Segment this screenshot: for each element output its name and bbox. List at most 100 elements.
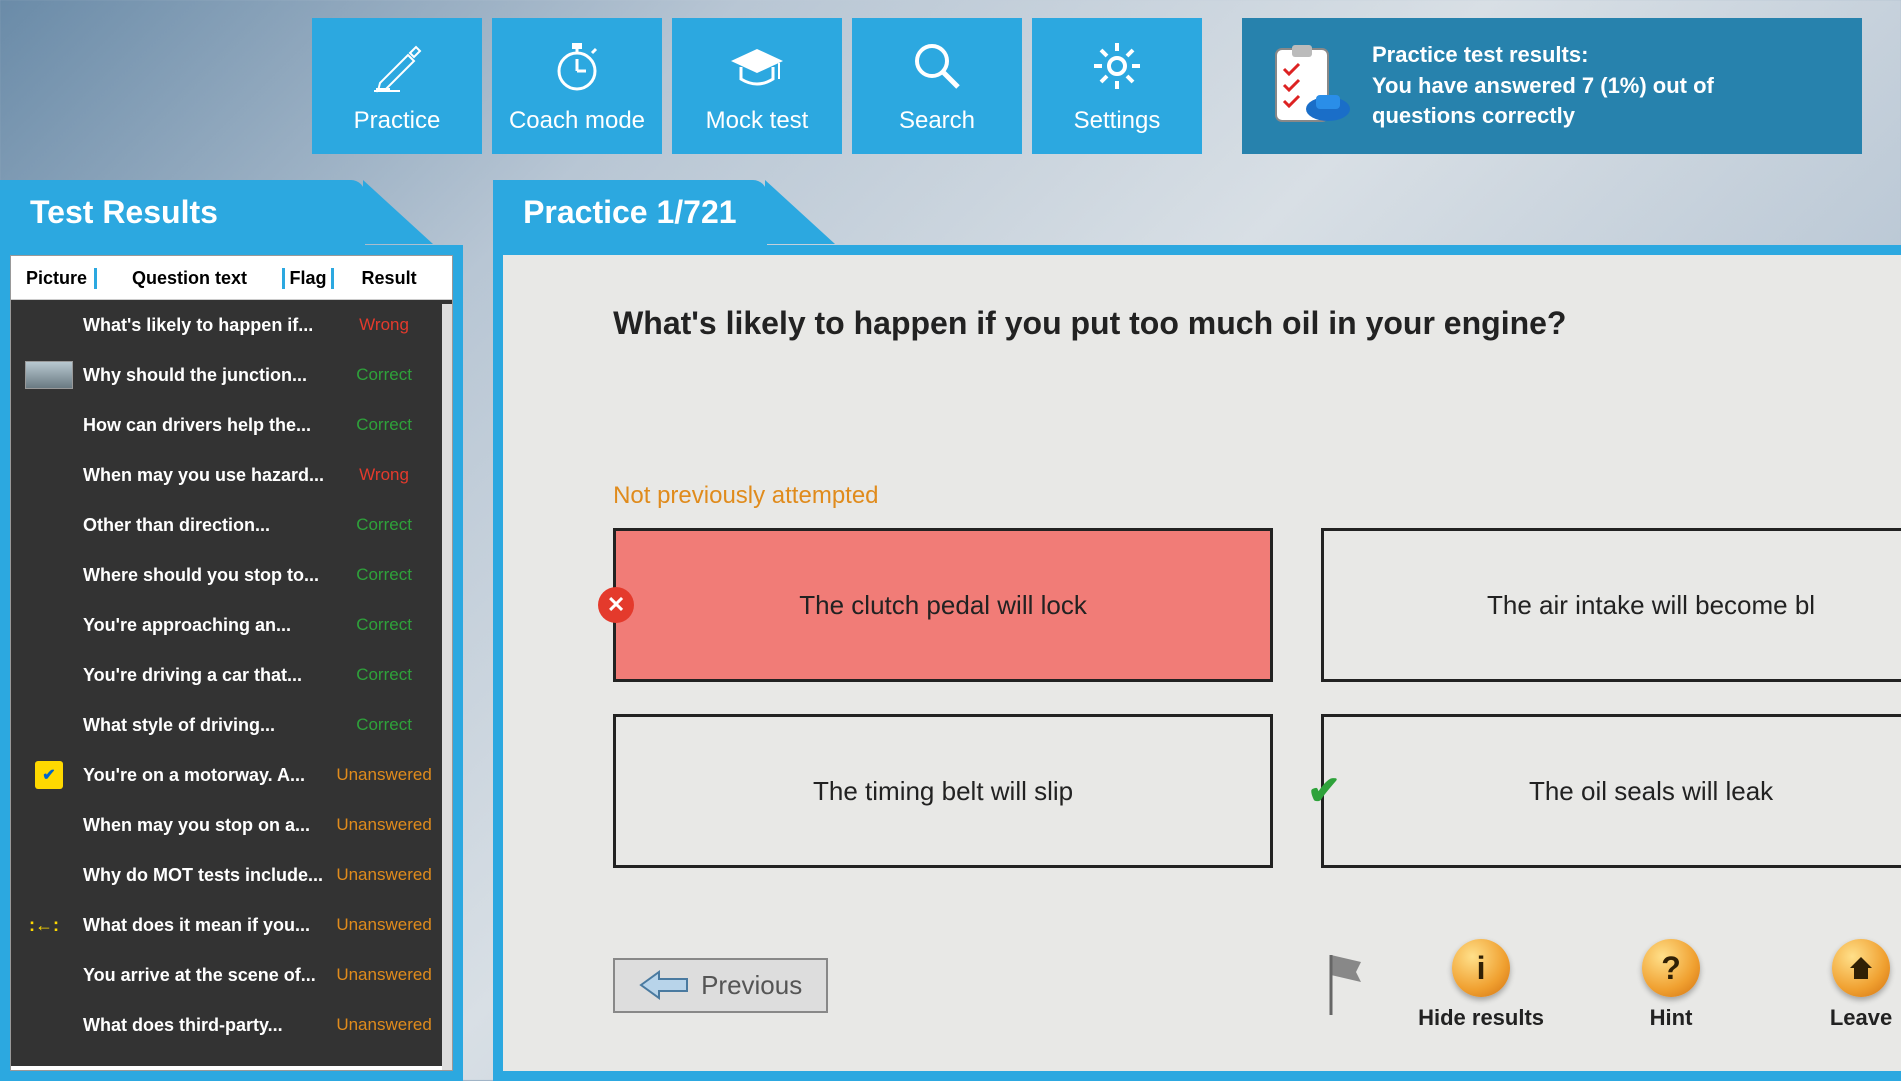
stopwatch-icon [550, 37, 604, 95]
answer-c-text: The timing belt will slip [813, 776, 1073, 807]
row-result: Correct [324, 365, 444, 385]
nav-search[interactable]: Search [852, 18, 1022, 154]
row-question: What does third-party... [79, 1015, 324, 1036]
row-result: Wrong [324, 465, 444, 485]
nav-coach[interactable]: Coach mode [492, 18, 662, 154]
row-question: When may you use hazard... [79, 465, 324, 486]
test-results-title: Test Results [0, 180, 365, 245]
row-question: How can drivers help the... [79, 415, 324, 436]
wrong-mark-icon: ✕ [598, 587, 634, 623]
row-result: Unanswered [324, 765, 444, 785]
row-result: Unanswered [324, 1015, 444, 1035]
pencil-icon [370, 37, 424, 95]
answer-d[interactable]: ✔ The oil seals will leak [1321, 714, 1901, 868]
nav-coach-label: Coach mode [509, 107, 645, 135]
correct-mark-icon: ✔ [1306, 773, 1342, 809]
arrow-left-icon [639, 970, 689, 1000]
table-row[interactable]: You're approaching an...Correct [11, 600, 452, 650]
question-text: What's likely to happen if you put too m… [613, 305, 1901, 342]
row-thumbnail: ✔ [19, 761, 79, 789]
table-row[interactable]: Why do MOT tests include...Unanswered [11, 850, 452, 900]
answer-b[interactable]: The air intake will become bl [1321, 528, 1901, 682]
table-row[interactable]: How can drivers help the...Correct [11, 400, 452, 450]
row-result: Unanswered [324, 965, 444, 985]
table-row[interactable]: When may you use hazard...Wrong [11, 450, 452, 500]
table-row[interactable]: What style of driving...Correct [11, 700, 452, 750]
gear-icon [1090, 37, 1144, 95]
col-flag[interactable]: Flag [282, 268, 334, 289]
row-thumbnail: :←: [19, 915, 79, 935]
row-result: Correct [324, 665, 444, 685]
previous-label: Previous [701, 970, 802, 1001]
nav-mock-label: Mock test [706, 107, 809, 135]
nav-settings-label: Settings [1074, 107, 1161, 135]
leave-button[interactable]: Leave [1781, 939, 1901, 1031]
results-banner: Practice test results: You have answered… [1242, 18, 1862, 154]
flag-icon[interactable] [1311, 950, 1371, 1020]
clipboard-icon [1264, 41, 1354, 131]
attempt-label: Not previously attempted [613, 482, 1901, 510]
nav-practice-label: Practice [354, 107, 441, 135]
previous-button[interactable]: Previous [613, 958, 828, 1013]
row-result: Unanswered [324, 915, 444, 935]
answer-a[interactable]: ✕ The clutch pedal will lock [613, 528, 1273, 682]
leave-label: Leave [1830, 1005, 1892, 1031]
banner-line1: Practice test results: [1372, 40, 1714, 71]
nav-search-label: Search [899, 107, 975, 135]
row-question: What's likely to happen if... [79, 315, 324, 336]
answer-b-text: The air intake will become bl [1487, 590, 1815, 621]
row-result: Unanswered [324, 865, 444, 885]
row-question: When may you stop on a... [79, 815, 324, 836]
info-icon: i [1452, 939, 1510, 997]
table-row[interactable]: What's likely to happen if...Wrong [11, 300, 452, 350]
row-question: You're approaching an... [79, 615, 324, 636]
answer-a-text: The clutch pedal will lock [799, 590, 1087, 621]
hide-results-button[interactable]: i Hide results [1401, 939, 1561, 1031]
row-result: Correct [324, 715, 444, 735]
row-question: Why should the junction... [79, 365, 324, 386]
nav-practice[interactable]: Practice [312, 18, 482, 154]
row-result: Unanswered [324, 815, 444, 835]
row-result: Wrong [324, 315, 444, 335]
row-thumbnail [19, 361, 79, 389]
answer-c[interactable]: The timing belt will slip [613, 714, 1273, 868]
row-question: Where should you stop to... [79, 565, 324, 586]
row-question: What does it mean if you... [79, 915, 324, 936]
table-row[interactable]: What does third-party...Unanswered [11, 1000, 452, 1050]
table-row[interactable]: Other than direction...Correct [11, 500, 452, 550]
row-result: Correct [324, 415, 444, 435]
home-icon [1832, 939, 1890, 997]
table-row[interactable]: ✔You're on a motorway. A...Unanswered [11, 750, 452, 800]
banner-line2: You have answered 7 (1%) out of [1372, 71, 1714, 102]
row-result: Correct [324, 565, 444, 585]
question-icon: ? [1642, 939, 1700, 997]
answer-d-text: The oil seals will leak [1529, 776, 1773, 807]
row-result: Correct [324, 515, 444, 535]
table-row[interactable]: Why should the junction...Correct [11, 350, 452, 400]
row-question: Why do MOT tests include... [79, 865, 324, 886]
table-row[interactable]: Where should you stop to...Correct [11, 550, 452, 600]
row-question: You're driving a car that... [79, 665, 324, 686]
table-row[interactable]: :←:What does it mean if you...Unanswered [11, 900, 452, 950]
row-question: What style of driving... [79, 715, 324, 736]
table-row[interactable]: You're driving a car that...Correct [11, 650, 452, 700]
row-result: Correct [324, 615, 444, 635]
hide-results-label: Hide results [1418, 1005, 1544, 1031]
row-question: You arrive at the scene of... [79, 965, 324, 986]
nav-mock[interactable]: Mock test [672, 18, 842, 154]
hint-label: Hint [1650, 1005, 1693, 1031]
row-question: Other than direction... [79, 515, 324, 536]
table-row[interactable]: You arrive at the scene of...Unanswered [11, 950, 452, 1000]
graduation-cap-icon [727, 37, 787, 95]
banner-line3: questions correctly [1372, 101, 1714, 132]
col-question[interactable]: Question text [97, 268, 282, 289]
nav-settings[interactable]: Settings [1032, 18, 1202, 154]
table-header: Picture Question text Flag Result [11, 256, 452, 300]
search-icon [910, 37, 964, 95]
col-result[interactable]: Result [334, 268, 444, 289]
scrollbar[interactable] [442, 304, 452, 1070]
hint-button[interactable]: ? Hint [1591, 939, 1751, 1031]
col-picture[interactable]: Picture [19, 268, 97, 289]
row-question: You're on a motorway. A... [79, 765, 324, 786]
table-row[interactable]: When may you stop on a...Unanswered [11, 800, 452, 850]
